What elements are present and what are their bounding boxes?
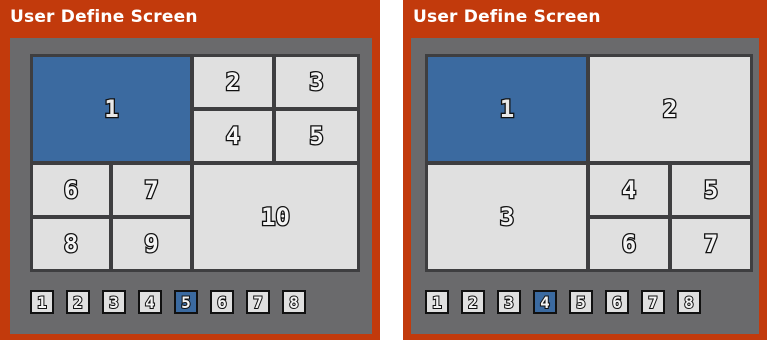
cell-number: 7 (143, 175, 160, 206)
user-define-screen-panel-left: User Define Screen 1 2 3 4 5 6 7 8 9 10 … (0, 0, 380, 340)
layout-button-4[interactable]: 4 (138, 290, 162, 314)
layout-button-8[interactable]: 8 (677, 290, 701, 314)
layout-button-label: 8 (683, 292, 695, 313)
cell-number: 1 (498, 94, 515, 125)
layout-button-1[interactable]: 1 (425, 290, 449, 314)
cell-number: 3 (308, 67, 325, 98)
layout-button-5[interactable]: 5 (174, 290, 198, 314)
layout-button-label: 2 (467, 292, 479, 313)
layout-button-label: 7 (252, 292, 264, 313)
layout-button-label: 6 (216, 292, 228, 313)
layout-button-label: 8 (288, 292, 300, 313)
screen-cell-9[interactable]: 9 (113, 219, 190, 269)
layout-button-7[interactable]: 7 (246, 290, 270, 314)
screen-cell-1[interactable]: 1 (428, 57, 586, 161)
layout-button-row: 1 2 3 4 5 6 7 8 (30, 290, 306, 314)
cell-number: 2 (224, 67, 241, 98)
screen-cell-2[interactable]: 2 (194, 57, 272, 107)
layout-button-3[interactable]: 3 (102, 290, 126, 314)
cell-number: 3 (498, 202, 515, 233)
screen-cell-4[interactable]: 4 (590, 165, 668, 215)
screen-cell-10[interactable]: 10 (194, 165, 357, 269)
screen-cell-8[interactable]: 8 (33, 219, 109, 269)
layout-button-6[interactable]: 6 (605, 290, 629, 314)
screen-cell-6[interactable]: 6 (33, 165, 109, 215)
layout-button-label: 1 (36, 292, 48, 313)
cell-number: 4 (224, 121, 241, 152)
cell-number: 4 (620, 175, 637, 206)
panel-separator (380, 0, 403, 340)
cell-number: 6 (62, 175, 79, 206)
layout-button-label: 4 (539, 292, 551, 313)
cell-number: 2 (661, 94, 678, 125)
cell-number: 5 (702, 175, 719, 206)
screen-cell-4[interactable]: 4 (194, 111, 272, 161)
user-define-screen-panel-right: User Define Screen 1 2 3 4 5 6 7 1 2 3 4… (403, 0, 767, 340)
cell-number: 10 (260, 202, 291, 233)
cell-number: 8 (62, 229, 79, 260)
screen-cell-3[interactable]: 3 (428, 165, 586, 269)
layout-button-label: 5 (575, 292, 587, 313)
screen-cell-6[interactable]: 6 (590, 219, 668, 269)
layout-button-5[interactable]: 5 (569, 290, 593, 314)
screen-layout-grid: 1 2 3 4 5 6 7 8 9 10 (30, 54, 360, 272)
layout-button-label: 7 (647, 292, 659, 313)
layout-button-4[interactable]: 4 (533, 290, 557, 314)
screen-cell-7[interactable]: 7 (113, 165, 190, 215)
panel-body: 1 2 3 4 5 6 7 1 2 3 4 5 6 7 8 (411, 38, 759, 334)
layout-button-label: 5 (180, 292, 192, 313)
layout-button-label: 3 (503, 292, 515, 313)
layout-button-2[interactable]: 2 (66, 290, 90, 314)
panel-title: User Define Screen (10, 7, 198, 27)
screen-cell-5[interactable]: 5 (276, 111, 357, 161)
layout-button-label: 4 (144, 292, 156, 313)
layout-button-1[interactable]: 1 (30, 290, 54, 314)
layout-button-2[interactable]: 2 (461, 290, 485, 314)
layout-button-label: 6 (611, 292, 623, 313)
panel-body: 1 2 3 4 5 6 7 8 9 10 1 2 3 4 5 6 7 8 (10, 38, 372, 334)
layout-button-7[interactable]: 7 (641, 290, 665, 314)
cell-number: 1 (103, 94, 120, 125)
screen-layout-grid: 1 2 3 4 5 6 7 (425, 54, 753, 272)
layout-button-8[interactable]: 8 (282, 290, 306, 314)
cell-number: 6 (620, 229, 637, 260)
cell-number: 7 (702, 229, 719, 260)
screen-cell-1[interactable]: 1 (33, 57, 190, 161)
cell-number: 9 (143, 229, 160, 260)
layout-button-6[interactable]: 6 (210, 290, 234, 314)
layout-button-3[interactable]: 3 (497, 290, 521, 314)
screen-cell-2[interactable]: 2 (590, 57, 750, 161)
panel-title: User Define Screen (413, 7, 601, 27)
screen-cell-5[interactable]: 5 (672, 165, 750, 215)
layout-button-label: 3 (108, 292, 120, 313)
layout-button-row: 1 2 3 4 5 6 7 8 (425, 290, 701, 314)
screen-cell-7[interactable]: 7 (672, 219, 750, 269)
layout-button-label: 1 (431, 292, 443, 313)
cell-number: 5 (308, 121, 325, 152)
layout-button-label: 2 (72, 292, 84, 313)
screen-cell-3[interactable]: 3 (276, 57, 357, 107)
